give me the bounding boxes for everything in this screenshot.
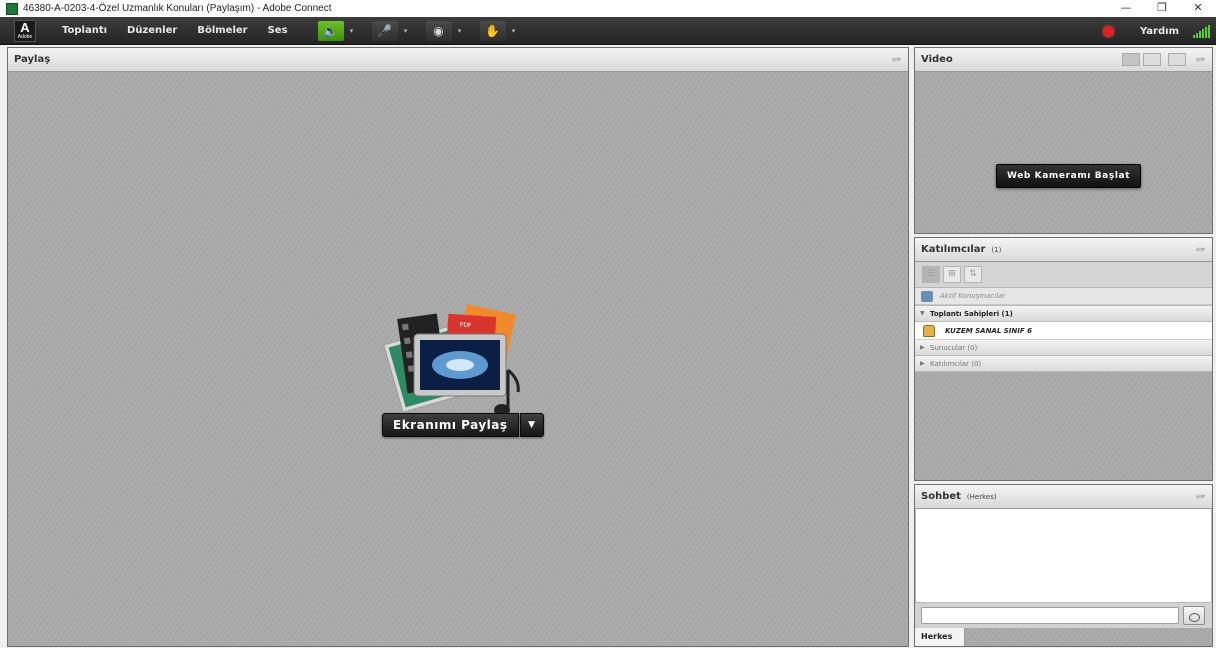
chat-pod: Sohbet (Herkes) ≡▾ Herkes	[914, 484, 1213, 647]
active-speakers-row: Aktif Konuşmacılar	[915, 288, 1212, 305]
raise-hand-icon[interactable]: ✋	[479, 20, 506, 41]
chat-tabs: Herkes	[915, 628, 1212, 646]
participants-group-label: Katılımcılar (0)	[930, 359, 982, 368]
raise-hand-dropdown-icon[interactable]: ▾	[508, 21, 520, 41]
chat-pod-title: Sohbet	[921, 491, 961, 502]
presenters-group-label: Sunucular (0)	[930, 343, 978, 352]
presenters-group-row[interactable]: ▶ Sunucular (0)	[915, 340, 1212, 356]
attendees-toolbar: ☰ ⊞ ⇅	[915, 262, 1212, 288]
share-pod-body: PPT PDF Ekranımı Paylaş ▼	[8, 72, 908, 646]
chat-scope: (Herkes)	[966, 492, 997, 501]
hosts-group-label: Toplantı Sahipleri (1)	[930, 309, 1013, 318]
app-icon	[6, 2, 18, 15]
filmstrip-view-icon[interactable]	[1143, 53, 1161, 66]
window-titlebar: 46380-A-0203-4-Özel Uzmanlık Konuları (P…	[0, 0, 1216, 17]
recording-indicator-icon[interactable]	[1102, 25, 1114, 37]
attendees-list-empty-area	[915, 372, 1212, 480]
phone-icon	[921, 290, 933, 302]
microphone-control: 🎤 ▾	[371, 20, 412, 41]
share-screen-button[interactable]: Ekranımı Paylaş	[382, 413, 519, 437]
webcam-control: ◉ ▾	[425, 20, 466, 41]
attendees-pod-header: Katılımcılar (1) ≡▾	[915, 238, 1212, 262]
pod-options-icon[interactable]: ≡▾	[1195, 492, 1205, 501]
microphone-dropdown-icon[interactable]: ▾	[400, 21, 412, 41]
pod-options-icon[interactable]: ≡▾	[891, 55, 901, 64]
sort-icon[interactable]: ⇅	[964, 266, 982, 283]
attendees-count: (1)	[991, 245, 1002, 254]
video-pod-header: Video ≡▾	[915, 48, 1212, 72]
tab-everyone[interactable]: Herkes	[915, 628, 965, 646]
video-view-options	[1122, 53, 1186, 66]
host-user-name: KUZEM SANAL SINIF 6	[945, 326, 1032, 335]
share-pod: Paylaş ≡▾ PPT PDF	[7, 47, 909, 647]
close-icon[interactable]: ✕	[1180, 0, 1216, 17]
window-title: 46380-A-0203-4-Özel Uzmanlık Konuları (P…	[23, 3, 332, 14]
speaker-control: 🔈 ▾	[317, 20, 358, 41]
chat-pod-header: Sohbet (Herkes) ≡▾	[915, 485, 1212, 509]
menu-pods[interactable]: Bölmeler	[197, 25, 247, 36]
share-dropdown-icon[interactable]: ▼	[519, 413, 544, 437]
list-view-icon[interactable]: ☰	[922, 266, 940, 283]
expand-right-icon[interactable]: ▶	[920, 360, 930, 367]
video-pod-body: Web Kameramı Başlat	[915, 72, 1212, 233]
host-user-icon	[923, 324, 935, 337]
fullscreen-icon[interactable]	[1168, 53, 1186, 66]
share-pod-title: Paylaş	[14, 54, 51, 65]
hosts-group-row[interactable]: ▼ Toplantı Sahipleri (1)	[915, 306, 1212, 322]
chat-input[interactable]	[921, 607, 1179, 624]
minimize-icon[interactable]: —	[1108, 0, 1144, 17]
video-pod-title: Video	[921, 54, 953, 65]
chat-messages-area	[916, 509, 1211, 602]
active-speakers-label: Aktif Konuşmacılar	[940, 292, 1006, 300]
start-webcam-button[interactable]: Web Kameramı Başlat	[996, 164, 1142, 188]
menu-layouts[interactable]: Düzenler	[127, 25, 177, 36]
menu-meeting[interactable]: Toplantı	[62, 25, 107, 36]
microphone-icon[interactable]: 🎤	[371, 20, 398, 41]
restore-icon[interactable]: ❐	[1144, 0, 1180, 17]
menu-right-group: Yardım	[1102, 17, 1216, 45]
expand-right-icon[interactable]: ▶	[920, 344, 930, 351]
list-item[interactable]: KUZEM SANAL SINIF 6	[915, 322, 1212, 340]
speaker-icon[interactable]: 🔈	[317, 20, 344, 41]
breakout-view-icon[interactable]: ⊞	[943, 266, 961, 283]
help-menu[interactable]: Yardım	[1140, 26, 1179, 37]
speaker-dropdown-icon[interactable]: ▾	[346, 21, 358, 41]
window-controls: — ❐ ✕	[1108, 0, 1216, 17]
attendees-pod: Katılımcılar (1) ≡▾ ☰ ⊞ ⇅ Aktif Konuşmac…	[914, 237, 1213, 481]
share-media-illustration-icon: PPT PDF	[383, 304, 520, 416]
connection-signal-icon	[1193, 24, 1210, 38]
send-message-icon[interactable]	[1183, 606, 1205, 625]
menu-audio[interactable]: Ses	[268, 25, 288, 36]
svg-text:PDF: PDF	[459, 322, 472, 330]
adobe-logo-icon: A Adobe	[14, 19, 36, 42]
video-pod: Video ≡▾ Web Kameramı Başlat	[914, 47, 1213, 234]
chat-input-row	[915, 602, 1212, 628]
webcam-dropdown-icon[interactable]: ▾	[454, 21, 466, 41]
share-pod-header: Paylaş ≡▾	[8, 48, 908, 72]
expand-down-icon[interactable]: ▼	[920, 310, 930, 317]
share-screen-control: Ekranımı Paylaş ▼	[382, 413, 544, 437]
pod-options-icon[interactable]: ≡▾	[1195, 245, 1205, 254]
menu-bar: A Adobe Toplantı Düzenler Bölmeler Ses 🔈 …	[0, 17, 1216, 45]
webcam-icon[interactable]: ◉	[425, 20, 452, 41]
attendees-pod-title: Katılımcılar	[921, 244, 986, 255]
participants-group-row[interactable]: ▶ Katılımcılar (0)	[915, 356, 1212, 372]
grid-view-icon[interactable]	[1122, 53, 1140, 66]
pod-options-icon[interactable]: ≡▾	[1195, 55, 1205, 64]
raise-hand-control: ✋ ▾	[479, 20, 520, 41]
